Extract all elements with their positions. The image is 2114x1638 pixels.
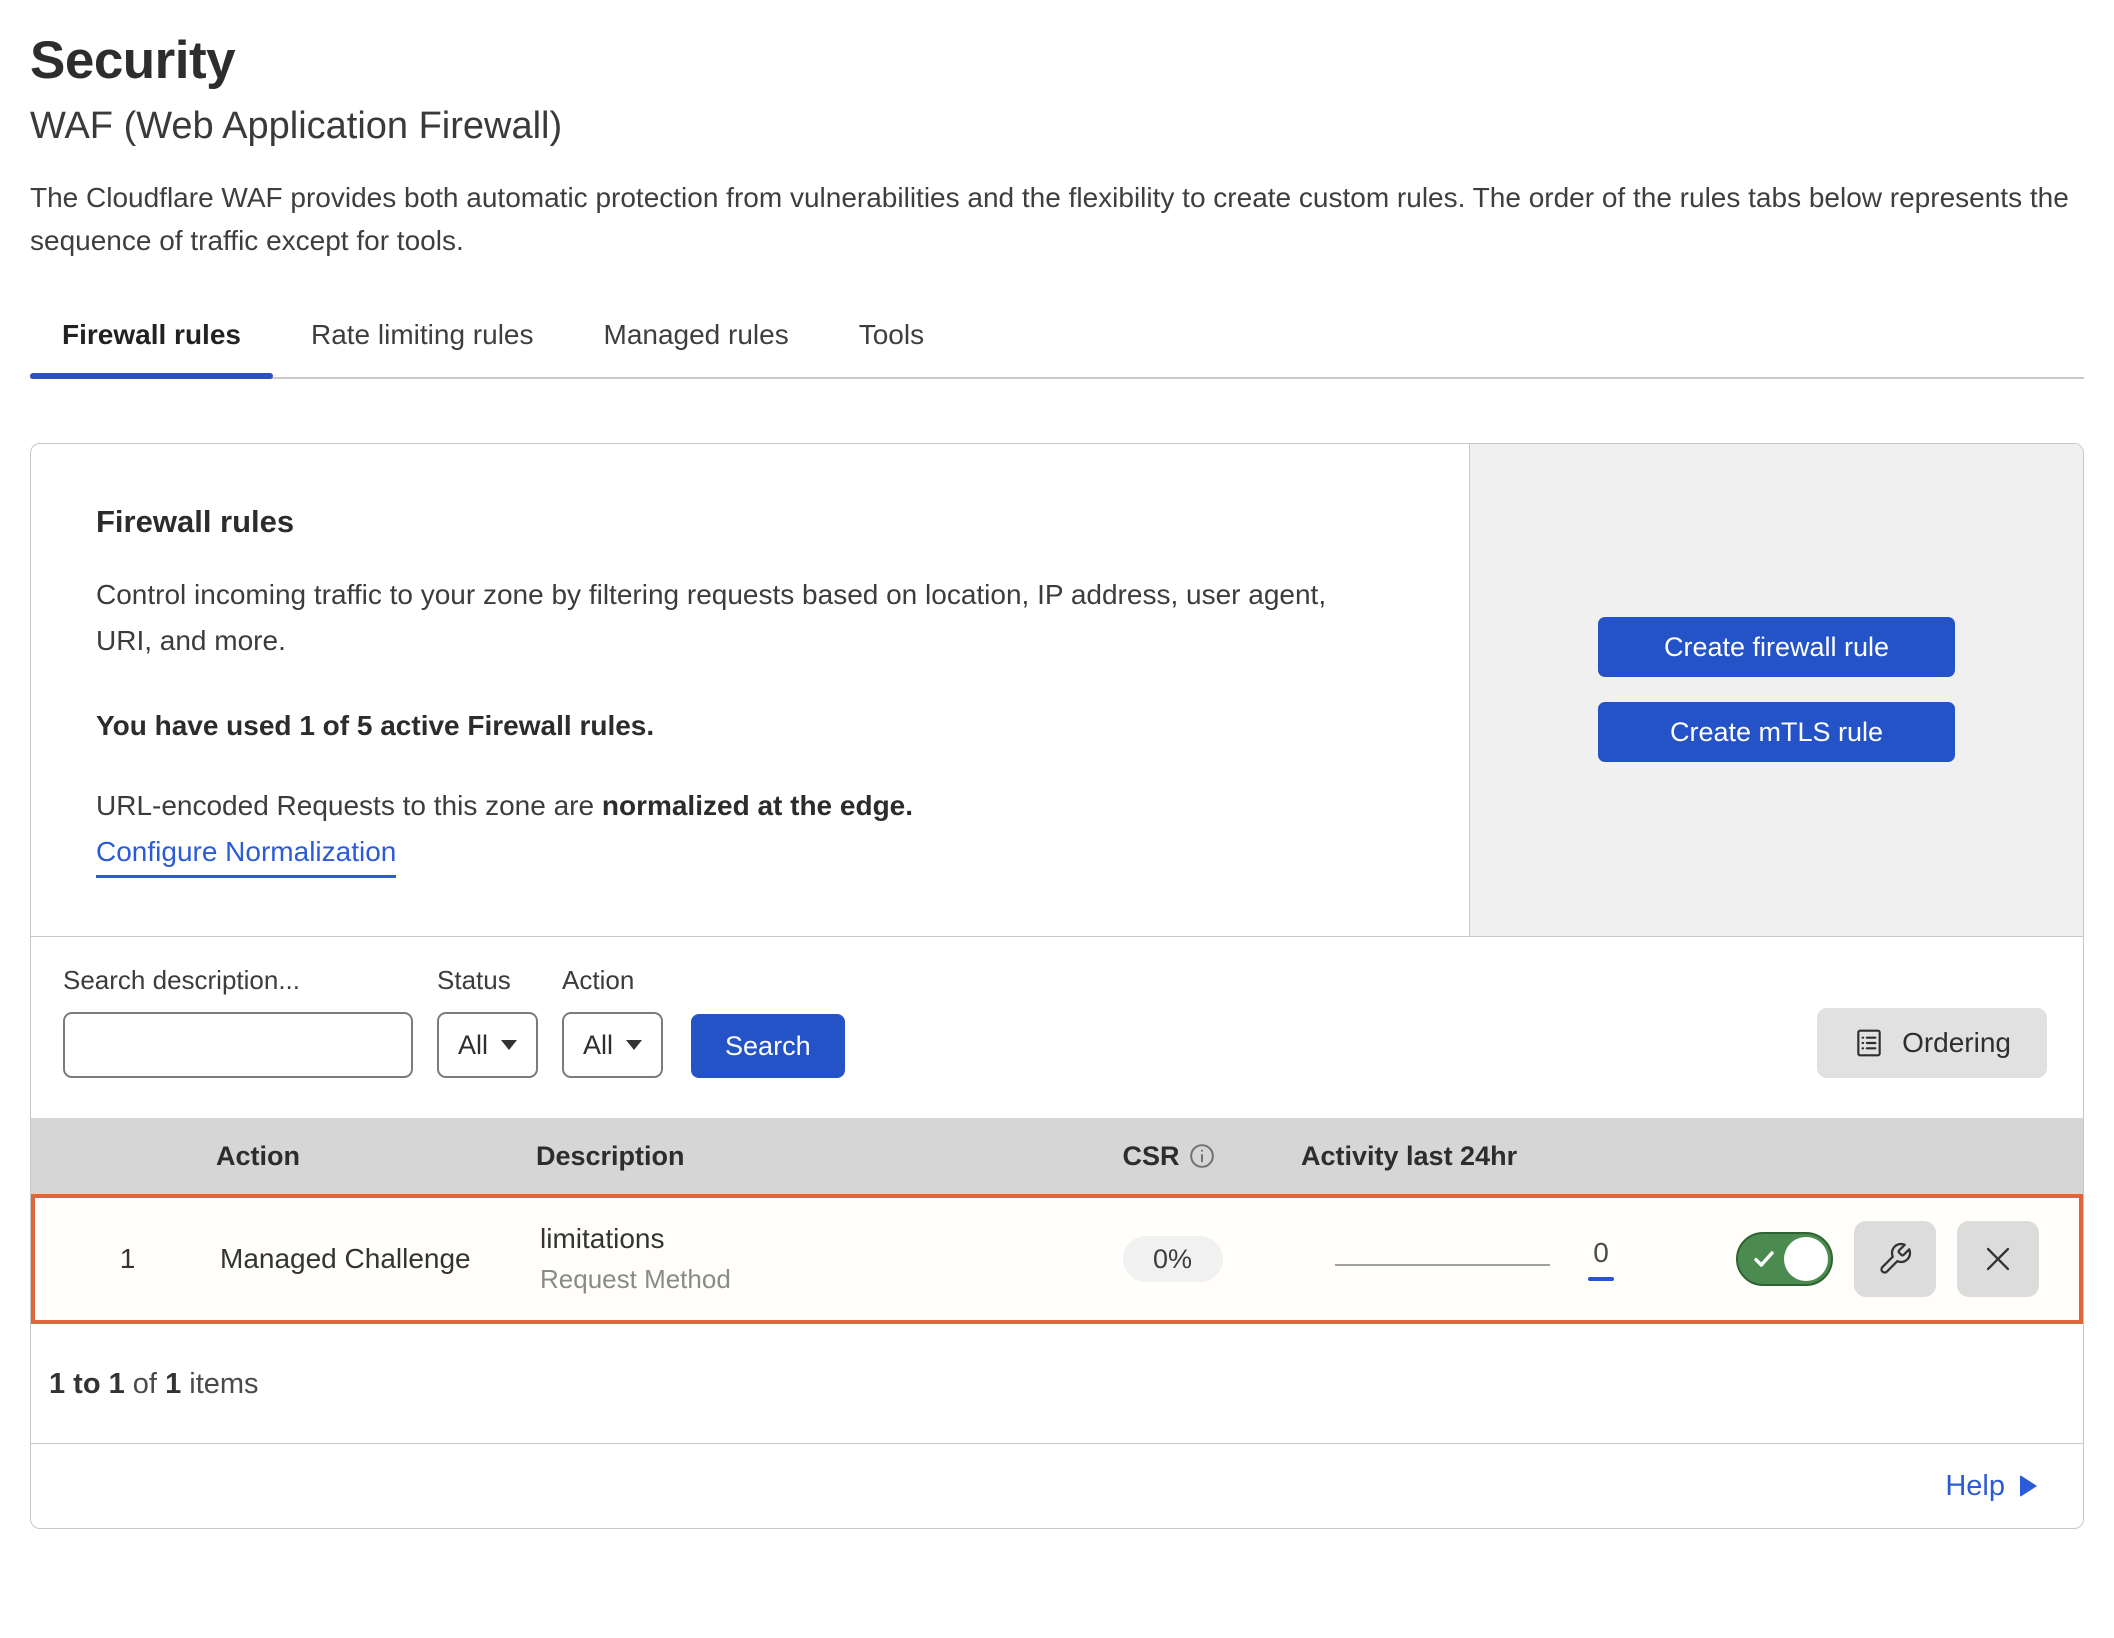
rules-table-header: Action Description CSR Activity last 24h… bbox=[31, 1118, 2083, 1194]
tab-firewall-rules[interactable]: Firewall rules bbox=[30, 319, 273, 377]
firewall-rule-row[interactable]: 1 Managed Challenge limitations Request … bbox=[31, 1194, 2083, 1324]
card-footer: Help bbox=[31, 1444, 2083, 1528]
rule-description: limitations bbox=[540, 1223, 1040, 1255]
firewall-rules-overview: Firewall rules Control incoming traffic … bbox=[31, 444, 2083, 937]
tab-tools[interactable]: Tools bbox=[827, 319, 956, 377]
chevron-down-icon bbox=[626, 1040, 642, 1050]
ordering-list-icon bbox=[1853, 1027, 1885, 1059]
activity-sparkline: 0 bbox=[1335, 1237, 1614, 1281]
chevron-down-icon bbox=[501, 1040, 517, 1050]
activity-count: 0 bbox=[1593, 1237, 1609, 1269]
rule-row-controls bbox=[1736, 1221, 2039, 1297]
check-icon bbox=[1752, 1247, 1776, 1271]
rule-action-value: Managed Challenge bbox=[220, 1243, 540, 1275]
normalization-bold-text: normalized at the edge. bbox=[602, 790, 913, 821]
arrow-right-icon bbox=[2020, 1475, 2037, 1497]
activity-count-underline bbox=[1588, 1277, 1614, 1281]
summary-separator: of bbox=[125, 1368, 165, 1400]
help-link[interactable]: Help bbox=[1945, 1470, 2037, 1503]
rules-tab-bar: Firewall rules Rate limiting rules Manag… bbox=[30, 319, 2084, 379]
rule-csr-cell: 0% bbox=[1040, 1236, 1305, 1282]
csr-badge: 0% bbox=[1123, 1236, 1223, 1282]
close-icon bbox=[1981, 1242, 2015, 1276]
page-subtitle: WAF (Web Application Firewall) bbox=[30, 105, 2084, 148]
status-filter-select[interactable]: All bbox=[437, 1012, 538, 1078]
usage-summary: You have used 1 of 5 active Firewall rul… bbox=[96, 710, 1404, 742]
action-filter-value: All bbox=[583, 1030, 613, 1061]
create-actions-panel: Create firewall rule Create mTLS rule bbox=[1469, 444, 2083, 936]
search-button[interactable]: Search bbox=[691, 1014, 845, 1078]
rule-activity-cell: 0 bbox=[1305, 1221, 2079, 1297]
page-description: The Cloudflare WAF provides both automat… bbox=[30, 176, 2084, 263]
create-firewall-rule-button[interactable]: Create firewall rule bbox=[1598, 617, 1955, 677]
status-filter-field: Status All bbox=[437, 965, 538, 1078]
rule-enabled-toggle[interactable] bbox=[1736, 1232, 1833, 1286]
filter-toolbar: Search description... Status All bbox=[31, 937, 2083, 1118]
status-filter-value: All bbox=[458, 1030, 488, 1061]
rule-order-number: 1 bbox=[35, 1243, 220, 1275]
rule-description-cell: limitations Request Method bbox=[540, 1223, 1040, 1295]
normalization-note: URL-encoded Requests to this zone are no… bbox=[96, 790, 1404, 822]
tab-managed-rules[interactable]: Managed rules bbox=[572, 319, 821, 377]
status-filter-label: Status bbox=[437, 965, 538, 996]
delete-rule-button[interactable] bbox=[1957, 1221, 2039, 1297]
summary-total: 1 bbox=[165, 1368, 181, 1400]
sparkline-flat-line bbox=[1335, 1264, 1550, 1266]
action-filter-label: Action bbox=[562, 965, 663, 996]
action-filter-select[interactable]: All bbox=[562, 1012, 663, 1078]
create-mtls-rule-button[interactable]: Create mTLS rule bbox=[1598, 702, 1955, 762]
wrench-icon bbox=[1877, 1241, 1913, 1277]
column-header-activity: Activity last 24hr bbox=[1301, 1141, 2083, 1172]
search-input[interactable] bbox=[89, 1030, 424, 1061]
normalization-text: URL-encoded Requests to this zone are bbox=[96, 790, 602, 821]
page-title: Security bbox=[30, 0, 2084, 91]
pagination-summary: 1 to 1 of 1 items bbox=[31, 1324, 2083, 1444]
tab-rate-limiting-rules[interactable]: Rate limiting rules bbox=[279, 319, 566, 377]
ordering-button-label: Ordering bbox=[1902, 1027, 2011, 1059]
summary-suffix: items bbox=[181, 1368, 258, 1400]
overview-description: Control incoming traffic to your zone by… bbox=[96, 572, 1356, 664]
filter-fields: Search description... Status All bbox=[63, 965, 845, 1078]
search-description-label: Search description... bbox=[63, 965, 413, 996]
search-description-field: Search description... bbox=[63, 965, 413, 1078]
configure-normalization-link[interactable]: Configure Normalization bbox=[96, 836, 396, 878]
firewall-rules-card: Firewall rules Control incoming traffic … bbox=[30, 443, 2084, 1529]
column-header-description: Description bbox=[536, 1141, 1036, 1172]
edit-rule-button[interactable] bbox=[1854, 1221, 1936, 1297]
overview-text-block: Firewall rules Control incoming traffic … bbox=[31, 444, 1469, 936]
overview-heading: Firewall rules bbox=[96, 504, 1404, 540]
csr-header-label: CSR bbox=[1122, 1141, 1179, 1172]
activity-count-link[interactable]: 0 bbox=[1588, 1237, 1614, 1281]
info-icon[interactable] bbox=[1189, 1143, 1215, 1169]
summary-range: 1 to 1 bbox=[49, 1368, 125, 1400]
security-waf-page: Security WAF (Web Application Firewall) … bbox=[0, 0, 2114, 1638]
toggle-knob bbox=[1784, 1237, 1828, 1281]
ordering-button[interactable]: Ordering bbox=[1817, 1008, 2047, 1078]
column-header-csr: CSR bbox=[1036, 1141, 1301, 1172]
search-input-box bbox=[63, 1012, 413, 1078]
rule-expression-summary: Request Method bbox=[540, 1264, 1040, 1295]
action-filter-field: Action All bbox=[562, 965, 663, 1078]
column-header-action: Action bbox=[216, 1141, 536, 1172]
help-link-label: Help bbox=[1945, 1470, 2005, 1503]
